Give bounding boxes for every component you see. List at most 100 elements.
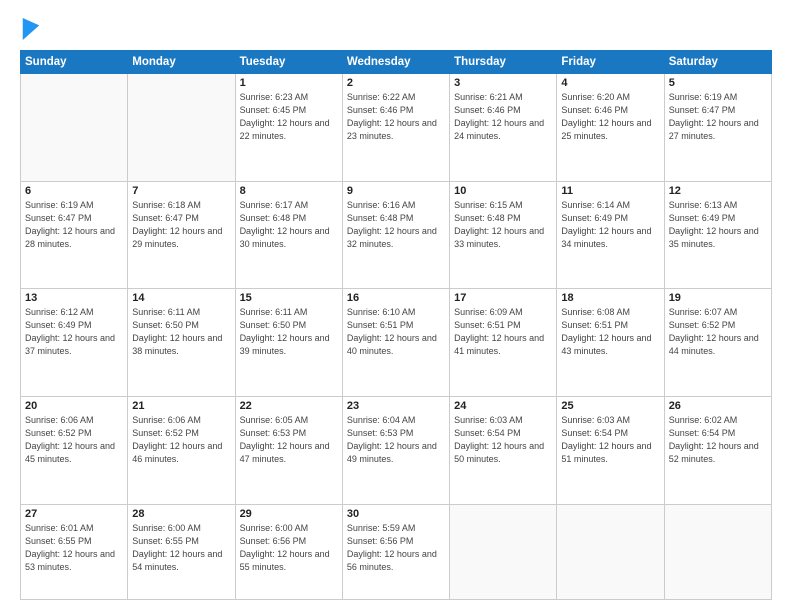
day-number: 25 xyxy=(561,400,659,412)
day-detail: Sunrise: 6:06 AM Sunset: 6:52 PM Dayligh… xyxy=(132,414,230,466)
day-detail: Sunrise: 6:03 AM Sunset: 6:54 PM Dayligh… xyxy=(454,414,552,466)
day-cell: 11Sunrise: 6:14 AM Sunset: 6:49 PM Dayli… xyxy=(557,181,664,289)
day-detail: Sunrise: 6:18 AM Sunset: 6:47 PM Dayligh… xyxy=(132,199,230,251)
logo xyxy=(20,18,40,40)
day-detail: Sunrise: 6:03 AM Sunset: 6:54 PM Dayligh… xyxy=(561,414,659,466)
day-cell: 17 Sunrise: 6:09 AM Sunset: 6:51 PM Dayli… xyxy=(450,289,557,397)
day-detail: Sunrise: 5:59 AM Sunset: 6:56 PM Dayligh… xyxy=(347,522,445,574)
day-cell: 18 Sunrise: 6:08 AM Sunset: 6:51 PM Dayli… xyxy=(557,289,664,397)
day-detail: Sunrise: 6:14 AM Sunset: 6:49 PM Dayligh… xyxy=(561,199,659,251)
day-number: 18 xyxy=(561,292,659,304)
weekday-header-sunday: Sunday xyxy=(21,51,128,74)
day-detail: Sunrise: 6:22 AM Sunset: 6:46 PM Dayligh… xyxy=(347,91,445,143)
day-detail: Sunrise: 6:16 AM Sunset: 6:48 PM Dayligh… xyxy=(347,199,445,251)
logo-block xyxy=(20,18,40,40)
day-number: 20 xyxy=(25,400,123,412)
day-number: 10 xyxy=(454,185,552,197)
weekday-header-row: SundayMondayTuesdayWednesdayThursdayFrid… xyxy=(21,51,772,74)
weekday-header-saturday: Saturday xyxy=(664,51,771,74)
day-detail: Sunrise: 6:17 AM Sunset: 6:48 PM Dayligh… xyxy=(240,199,338,251)
weekday-header-monday: Monday xyxy=(128,51,235,74)
day-cell xyxy=(664,504,771,599)
day-cell xyxy=(557,504,664,599)
day-number: 5 xyxy=(669,77,767,89)
day-number: 9 xyxy=(347,185,445,197)
day-number: 4 xyxy=(561,77,659,89)
day-cell: 10 Sunrise: 6:15 AM Sunset: 6:48 PM Dayli… xyxy=(450,181,557,289)
day-cell: 22Sunrise: 6:05 AM Sunset: 6:53 PM Dayli… xyxy=(235,396,342,504)
day-cell xyxy=(128,74,235,182)
day-cell: 2Sunrise: 6:22 AM Sunset: 6:46 PM Daylig… xyxy=(342,74,449,182)
day-cell: 24 Sunrise: 6:03 AM Sunset: 6:54 PM Dayli… xyxy=(450,396,557,504)
day-number: 13 xyxy=(25,292,123,304)
day-detail: Sunrise: 6:04 AM Sunset: 6:53 PM Dayligh… xyxy=(347,414,445,466)
weekday-header-thursday: Thursday xyxy=(450,51,557,74)
logo-icon xyxy=(22,18,40,40)
day-cell: 20 Sunrise: 6:06 AM Sunset: 6:52 PM Dayli… xyxy=(21,396,128,504)
day-cell: 19 Sunrise: 6:07 AM Sunset: 6:52 PM Dayli… xyxy=(664,289,771,397)
day-number: 27 xyxy=(25,508,123,520)
day-number: 23 xyxy=(347,400,445,412)
day-number: 7 xyxy=(132,185,230,197)
day-detail: Sunrise: 6:00 AM Sunset: 6:56 PM Dayligh… xyxy=(240,522,338,574)
day-number: 26 xyxy=(669,400,767,412)
day-cell: 5 Sunrise: 6:19 AM Sunset: 6:47 PM Daylig… xyxy=(664,74,771,182)
day-number: 15 xyxy=(240,292,338,304)
day-number: 17 xyxy=(454,292,552,304)
week-row-3: 13 Sunrise: 6:12 AM Sunset: 6:49 PM Dayli… xyxy=(21,289,772,397)
day-number: 24 xyxy=(454,400,552,412)
day-detail: Sunrise: 6:08 AM Sunset: 6:51 PM Dayligh… xyxy=(561,306,659,358)
day-number: 29 xyxy=(240,508,338,520)
day-cell: 27Sunrise: 6:01 AM Sunset: 6:55 PM Dayli… xyxy=(21,504,128,599)
day-detail: Sunrise: 6:09 AM Sunset: 6:51 PM Dayligh… xyxy=(454,306,552,358)
day-number: 6 xyxy=(25,185,123,197)
weekday-header-tuesday: Tuesday xyxy=(235,51,342,74)
calendar-table: SundayMondayTuesdayWednesdayThursdayFrid… xyxy=(20,50,772,600)
day-detail: Sunrise: 6:13 AM Sunset: 6:49 PM Dayligh… xyxy=(669,199,767,251)
day-detail: Sunrise: 6:19 AM Sunset: 6:47 PM Dayligh… xyxy=(25,199,123,251)
day-cell: 4 Sunrise: 6:20 AM Sunset: 6:46 PM Daylig… xyxy=(557,74,664,182)
day-number: 21 xyxy=(132,400,230,412)
page: SundayMondayTuesdayWednesdayThursdayFrid… xyxy=(0,0,792,612)
day-cell: 28Sunrise: 6:00 AM Sunset: 6:55 PM Dayli… xyxy=(128,504,235,599)
day-cell: 1Sunrise: 6:23 AM Sunset: 6:45 PM Daylig… xyxy=(235,74,342,182)
day-cell: 30 Sunrise: 5:59 AM Sunset: 6:56 PM Dayli… xyxy=(342,504,449,599)
day-detail: Sunrise: 6:00 AM Sunset: 6:55 PM Dayligh… xyxy=(132,522,230,574)
week-row-4: 20 Sunrise: 6:06 AM Sunset: 6:52 PM Dayli… xyxy=(21,396,772,504)
day-detail: Sunrise: 6:02 AM Sunset: 6:54 PM Dayligh… xyxy=(669,414,767,466)
day-cell: 3Sunrise: 6:21 AM Sunset: 6:46 PM Daylig… xyxy=(450,74,557,182)
day-number: 8 xyxy=(240,185,338,197)
day-cell: 6 Sunrise: 6:19 AM Sunset: 6:47 PM Daylig… xyxy=(21,181,128,289)
day-cell: 29 Sunrise: 6:00 AM Sunset: 6:56 PM Dayli… xyxy=(235,504,342,599)
week-row-2: 6 Sunrise: 6:19 AM Sunset: 6:47 PM Daylig… xyxy=(21,181,772,289)
day-detail: Sunrise: 6:06 AM Sunset: 6:52 PM Dayligh… xyxy=(25,414,123,466)
week-row-1: 1Sunrise: 6:23 AM Sunset: 6:45 PM Daylig… xyxy=(21,74,772,182)
week-row-5: 27Sunrise: 6:01 AM Sunset: 6:55 PM Dayli… xyxy=(21,504,772,599)
day-detail: Sunrise: 6:07 AM Sunset: 6:52 PM Dayligh… xyxy=(669,306,767,358)
day-cell: 15Sunrise: 6:11 AM Sunset: 6:50 PM Dayli… xyxy=(235,289,342,397)
day-detail: Sunrise: 6:10 AM Sunset: 6:51 PM Dayligh… xyxy=(347,306,445,358)
day-cell: 21 Sunrise: 6:06 AM Sunset: 6:52 PM Dayli… xyxy=(128,396,235,504)
day-number: 1 xyxy=(240,77,338,89)
day-cell: 25 Sunrise: 6:03 AM Sunset: 6:54 PM Dayli… xyxy=(557,396,664,504)
day-cell: 16Sunrise: 6:10 AM Sunset: 6:51 PM Dayli… xyxy=(342,289,449,397)
day-number: 19 xyxy=(669,292,767,304)
day-cell: 23 Sunrise: 6:04 AM Sunset: 6:53 PM Dayli… xyxy=(342,396,449,504)
day-cell: 26 Sunrise: 6:02 AM Sunset: 6:54 PM Dayli… xyxy=(664,396,771,504)
day-cell: 7 Sunrise: 6:18 AM Sunset: 6:47 PM Daylig… xyxy=(128,181,235,289)
day-number: 30 xyxy=(347,508,445,520)
day-detail: Sunrise: 6:19 AM Sunset: 6:47 PM Dayligh… xyxy=(669,91,767,143)
day-cell: 14 Sunrise: 6:11 AM Sunset: 6:50 PM Dayli… xyxy=(128,289,235,397)
day-detail: Sunrise: 6:20 AM Sunset: 6:46 PM Dayligh… xyxy=(561,91,659,143)
day-cell xyxy=(21,74,128,182)
day-cell xyxy=(450,504,557,599)
day-cell: 13 Sunrise: 6:12 AM Sunset: 6:49 PM Dayli… xyxy=(21,289,128,397)
day-number: 14 xyxy=(132,292,230,304)
header xyxy=(20,18,772,40)
day-number: 3 xyxy=(454,77,552,89)
day-detail: Sunrise: 6:12 AM Sunset: 6:49 PM Dayligh… xyxy=(25,306,123,358)
day-detail: Sunrise: 6:15 AM Sunset: 6:48 PM Dayligh… xyxy=(454,199,552,251)
weekday-header-friday: Friday xyxy=(557,51,664,74)
day-detail: Sunrise: 6:11 AM Sunset: 6:50 PM Dayligh… xyxy=(132,306,230,358)
day-cell: 12Sunrise: 6:13 AM Sunset: 6:49 PM Dayli… xyxy=(664,181,771,289)
